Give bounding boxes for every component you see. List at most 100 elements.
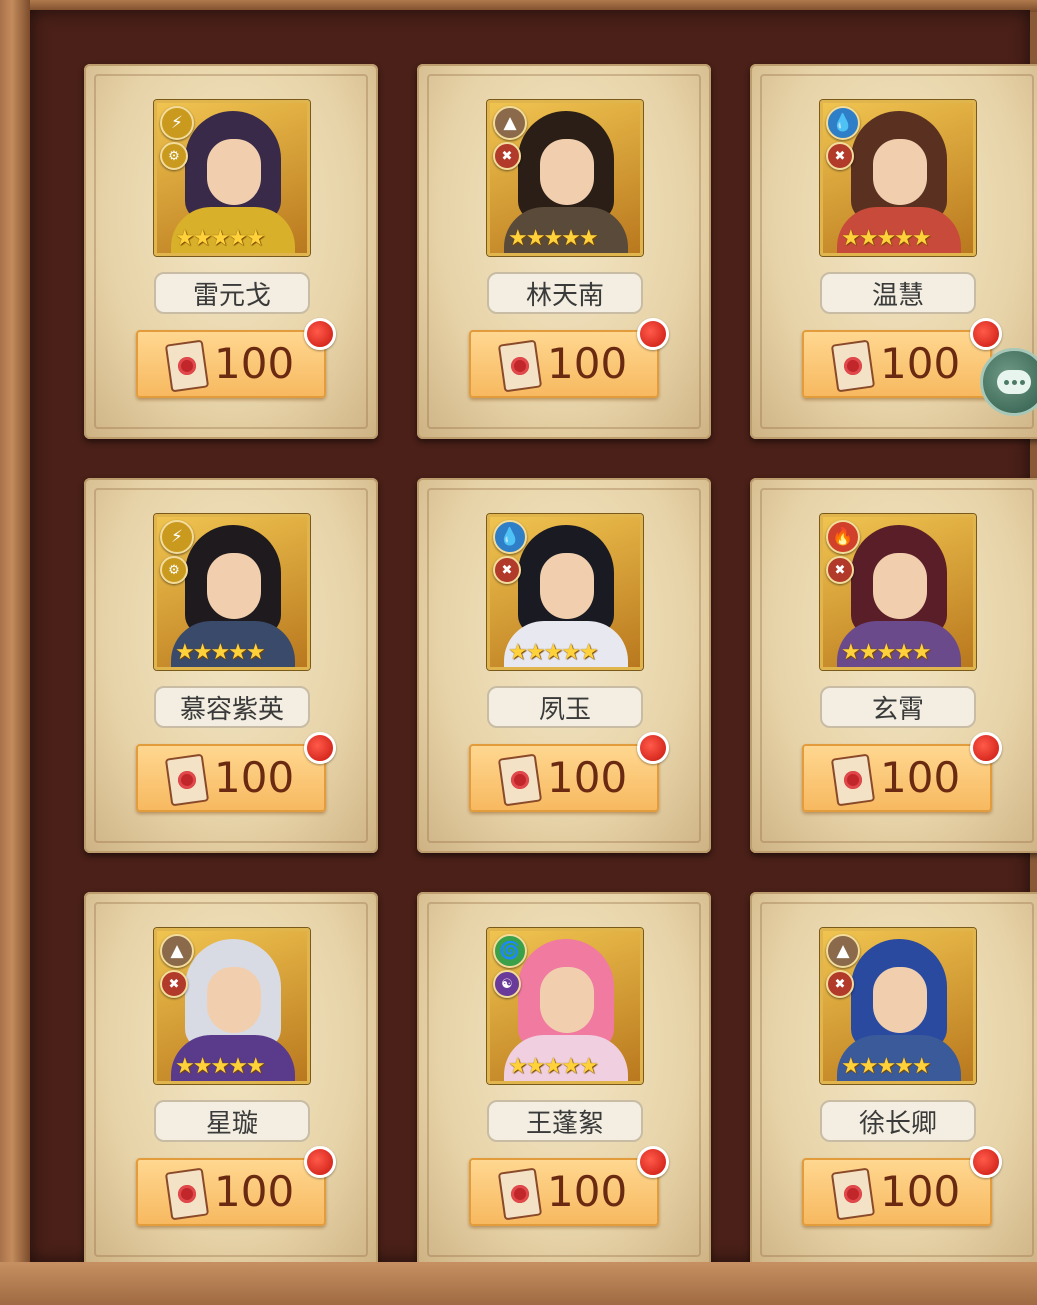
hero-name: 玄霄: [820, 686, 976, 728]
hero-name: 徐长卿: [820, 1100, 976, 1142]
hero-face: [207, 553, 261, 619]
notification-dot: [304, 1146, 336, 1178]
class-icon: ✖: [493, 142, 521, 170]
scroll-token-icon: [497, 1167, 543, 1221]
hero-card[interactable]: ▲ ✖ ★★★★★ 林天南 100: [417, 64, 711, 439]
star-rating: ★★★★★: [841, 1054, 932, 1079]
hero-card[interactable]: 🔥 ✖ ★★★★★ 玄霄 100: [750, 478, 1037, 853]
notification-dot: [637, 1146, 669, 1178]
hero-name: 雷元戈: [154, 272, 310, 314]
hero-card[interactable]: ▲ ✖ ★★★★★ 星璇 100: [84, 892, 378, 1267]
star-rating: ★★★★★: [841, 226, 932, 251]
price-value: 100: [547, 753, 628, 802]
exchange-button[interactable]: 100: [802, 744, 992, 812]
class-icon: ✖: [493, 556, 521, 584]
exchange-button[interactable]: 100: [469, 330, 659, 398]
scroll-token-icon: [164, 753, 210, 807]
price-value: 100: [880, 753, 961, 802]
element-icon: 🌀: [493, 934, 527, 968]
hero-portrait: ⚡ ⚙ ★★★★★: [154, 100, 310, 256]
exchange-button[interactable]: 100: [802, 330, 992, 398]
scroll-token-icon: [164, 1167, 210, 1221]
notification-dot: [970, 732, 1002, 764]
hero-portrait: ▲ ✖ ★★★★★: [487, 100, 643, 256]
hero-face: [540, 139, 594, 205]
hero-name: 夙玉: [487, 686, 643, 728]
exchange-button[interactable]: 100: [469, 744, 659, 812]
hero-name: 温慧: [820, 272, 976, 314]
price-value: 100: [547, 1167, 628, 1216]
element-icon: ▲: [826, 934, 860, 968]
scroll-token-icon: [830, 1167, 876, 1221]
hero-face: [540, 553, 594, 619]
star-rating: ★★★★★: [841, 640, 932, 665]
element-icon: 💧: [826, 106, 860, 140]
hero-portrait: 💧 ✖ ★★★★★: [487, 514, 643, 670]
notification-dot: [637, 732, 669, 764]
scroll-token-icon: [830, 339, 876, 393]
notification-dot: [304, 732, 336, 764]
exchange-button[interactable]: 100: [136, 744, 326, 812]
price-value: 100: [214, 1167, 295, 1216]
hero-portrait: ⚡ ⚙ ★★★★★: [154, 514, 310, 670]
star-rating: ★★★★★: [508, 226, 599, 251]
hero-card[interactable]: ⚡ ⚙ ★★★★★ 慕容紫英 100: [84, 478, 378, 853]
chat-bubble-icon: [997, 370, 1031, 394]
hero-face: [207, 967, 261, 1033]
hero-card[interactable]: 🌀 ☯ ★★★★★ 王蓬絮 100: [417, 892, 711, 1267]
hero-card[interactable]: 💧 ✖ ★★★★★ 夙玉 100: [417, 478, 711, 853]
exchange-button[interactable]: 100: [469, 1158, 659, 1226]
scroll-token-icon: [830, 753, 876, 807]
exchange-button[interactable]: 100: [802, 1158, 992, 1226]
price-value: 100: [214, 339, 295, 388]
notification-dot: [970, 318, 1002, 350]
class-icon: ⚙: [160, 556, 188, 584]
hero-portrait: ▲ ✖ ★★★★★: [154, 928, 310, 1084]
star-rating: ★★★★★: [175, 226, 266, 251]
hero-face: [540, 967, 594, 1033]
notification-dot: [970, 1146, 1002, 1178]
hero-face: [873, 967, 927, 1033]
scroll-token-icon: [497, 753, 543, 807]
star-rating: ★★★★★: [508, 1054, 599, 1079]
class-icon: ✖: [160, 970, 188, 998]
element-icon: 💧: [493, 520, 527, 554]
notification-dot: [304, 318, 336, 350]
hero-name: 慕容紫英: [154, 686, 310, 728]
hero-card[interactable]: ⚡ ⚙ ★★★★★ 雷元戈 100: [84, 64, 378, 439]
element-icon: ▲: [160, 934, 194, 968]
notification-dot: [637, 318, 669, 350]
exchange-button[interactable]: 100: [136, 330, 326, 398]
price-value: 100: [880, 1167, 961, 1216]
hero-face: [207, 139, 261, 205]
price-value: 100: [214, 753, 295, 802]
hero-card[interactable]: ▲ ✖ ★★★★★ 徐长卿 100: [750, 892, 1037, 1267]
element-icon: 🔥: [826, 520, 860, 554]
class-icon: ☯: [493, 970, 521, 998]
hero-portrait: 💧 ✖ ★★★★★: [820, 100, 976, 256]
star-rating: ★★★★★: [175, 640, 266, 665]
hero-name: 王蓬絮: [487, 1100, 643, 1142]
hero-face: [873, 553, 927, 619]
element-icon: ⚡: [160, 520, 194, 554]
frame-bottom: [0, 1262, 1037, 1305]
hero-portrait: 🔥 ✖ ★★★★★: [820, 514, 976, 670]
star-rating: ★★★★★: [175, 1054, 266, 1079]
class-icon: ⚙: [160, 142, 188, 170]
price-value: 100: [880, 339, 961, 388]
scroll-token-icon: [164, 339, 210, 393]
element-icon: ▲: [493, 106, 527, 140]
scroll-token-icon: [497, 339, 543, 393]
star-rating: ★★★★★: [508, 640, 599, 665]
price-value: 100: [547, 339, 628, 388]
exchange-button[interactable]: 100: [136, 1158, 326, 1226]
hero-face: [873, 139, 927, 205]
hero-name: 林天南: [487, 272, 643, 314]
class-icon: ✖: [826, 556, 854, 584]
hero-name: 星璇: [154, 1100, 310, 1142]
hero-grid: ⚡ ⚙ ★★★★★ 雷元戈 100 ▲ ✖ ★★★★★ 林天南 100 💧 ✖ …: [84, 64, 1037, 1267]
class-icon: ✖: [826, 142, 854, 170]
frame-left: [0, 0, 30, 1305]
element-icon: ⚡: [160, 106, 194, 140]
hero-portrait: 🌀 ☯ ★★★★★: [487, 928, 643, 1084]
